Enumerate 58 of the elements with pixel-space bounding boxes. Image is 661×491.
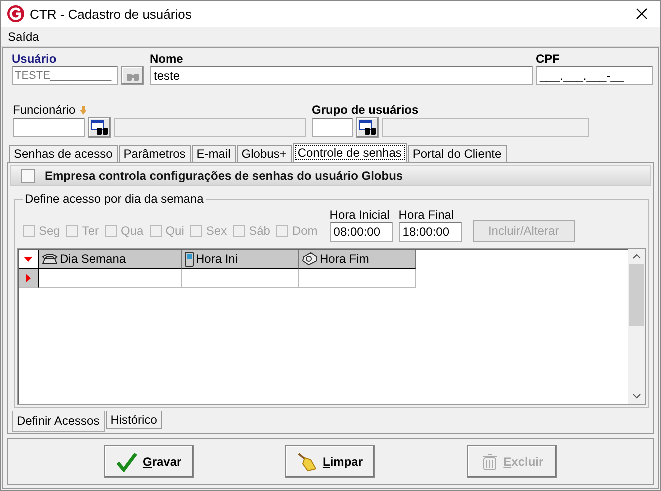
column-header[interactable]: Hora Fim xyxy=(299,250,416,269)
clear-button[interactable]: Limpar xyxy=(285,445,376,478)
field-label: Funcionário xyxy=(13,103,76,117)
save-button[interactable]: Gravar xyxy=(104,445,194,478)
scroll-down-icon[interactable] xyxy=(632,394,640,399)
mobile-phone-icon xyxy=(185,252,194,266)
checkbox-label: Empresa controla configurações de senhas do usuário Globus xyxy=(45,168,404,182)
checkbox-label: Seg xyxy=(39,224,60,238)
group-box-title: Define acesso por dia da semana xyxy=(23,192,206,206)
tab[interactable]: Controle de senhas xyxy=(292,143,407,162)
trash-icon xyxy=(480,452,499,470)
checkbox[interactable] xyxy=(21,168,35,182)
tab[interactable]: Definir Acessos xyxy=(12,411,105,432)
tab[interactable]: Parâmetros xyxy=(118,145,191,162)
checkbox-label: Sex xyxy=(206,224,228,238)
table-cell[interactable] xyxy=(299,269,416,288)
search-button[interactable] xyxy=(121,66,144,85)
field-label: Nome xyxy=(150,52,184,66)
table-cell[interactable] xyxy=(182,269,299,288)
column-header[interactable]: Dia Semana xyxy=(39,250,182,269)
scroll-up-icon[interactable] xyxy=(632,254,640,259)
table-cell[interactable] xyxy=(39,269,182,288)
group-code-field[interactable] xyxy=(312,118,353,137)
checkbox-label: Ter xyxy=(82,224,100,238)
sort-down-icon xyxy=(24,256,33,262)
close-icon[interactable] xyxy=(636,8,648,20)
checkbox-label: Qua xyxy=(121,224,144,238)
checkbox-label: Qui xyxy=(166,224,184,238)
tab[interactable]: Senhas de acesso xyxy=(9,145,118,162)
checkmark-icon xyxy=(116,452,138,472)
field-label: Hora Inicial xyxy=(330,208,391,222)
tab[interactable]: Globus+ xyxy=(236,145,292,162)
employee-code-field[interactable] xyxy=(13,118,85,137)
lookup-button[interactable] xyxy=(356,117,379,138)
field-label: Grupo de usuários xyxy=(312,103,420,117)
field-label: Usuário xyxy=(12,52,58,66)
down-arrow-icon xyxy=(80,106,87,114)
scrollbar[interactable] xyxy=(628,249,645,404)
app-logo-icon xyxy=(7,5,25,23)
checkbox-label: Dom xyxy=(292,224,318,238)
telephone-icon xyxy=(42,253,58,265)
time-field[interactable]: 08:00:00 xyxy=(330,222,393,242)
user-field[interactable]: TESTE__________ xyxy=(12,66,118,85)
tab[interactable]: Portal do Cliente xyxy=(408,145,507,162)
current-row-icon xyxy=(26,274,31,282)
field-label: Hora Final xyxy=(398,208,456,222)
tab[interactable]: Histórico xyxy=(106,411,162,429)
tab[interactable]: E-mail xyxy=(192,145,236,162)
lookup-button[interactable] xyxy=(88,117,111,138)
menu-item[interactable]: Saída xyxy=(8,30,40,44)
name-field[interactable]: teste xyxy=(150,66,533,85)
field-label: CPF xyxy=(536,52,561,66)
cpf-field[interactable]: ___.___.___-__ xyxy=(536,66,653,85)
column-header[interactable]: Hora Ini xyxy=(182,250,299,269)
time-field[interactable]: 18:00:00 xyxy=(398,222,462,242)
broom-icon xyxy=(298,452,318,472)
window-title: CTR - Cadastro de usuários xyxy=(30,6,193,22)
checkbox-label: Sáb xyxy=(249,224,270,238)
